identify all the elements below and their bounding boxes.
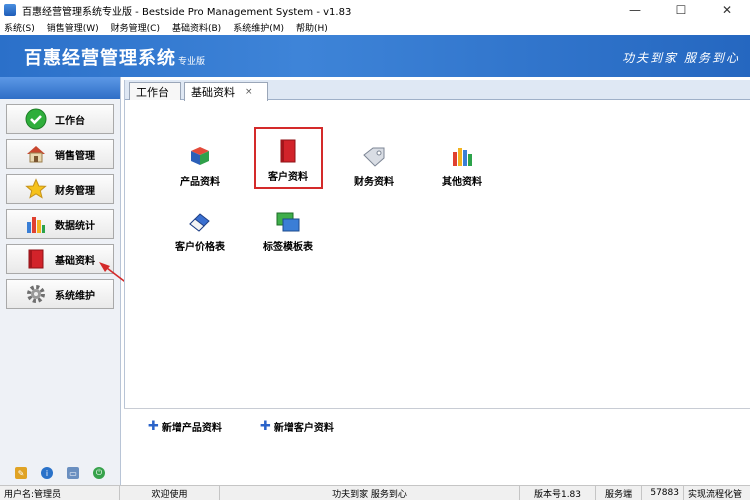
module-product-data[interactable]: 产品资料 (165, 143, 235, 188)
edit-icon[interactable]: ✎ (15, 467, 27, 479)
window-icon[interactable]: ▭ (67, 467, 79, 479)
palette-icon (448, 143, 476, 171)
sidebar-item-sales[interactable]: 销售管理 (6, 139, 114, 169)
sidebar-footer: ✎ i ▭ ⏻ (0, 461, 120, 485)
app-icon (4, 4, 16, 16)
menu-maintenance[interactable]: 系统维护(M) (233, 21, 284, 34)
tag-icon (360, 143, 388, 171)
tab-label: 工作台 (136, 85, 169, 99)
status-bar: 用户名:管理员 欢迎使用 功夫到家 服务到心 版本号1.83 服务端 57883… (0, 485, 750, 500)
sidebar-item-label: 销售管理 (55, 150, 95, 162)
tab-close-icon[interactable]: × (245, 87, 253, 97)
module-label-template[interactable]: 标签模板表 (253, 208, 323, 253)
tab-label: 基础资料 (191, 86, 235, 99)
sidebar-item-statistics[interactable]: 数据统计 (6, 209, 114, 239)
tab-workbench[interactable]: 工作台 (129, 82, 181, 100)
menu-sales[interactable]: 销售管理(W) (47, 21, 99, 34)
status-version: 版本号1.83 (520, 485, 596, 500)
eraser-icon (186, 208, 214, 236)
header-banner: 百惠经营管理系统 专业版 功夫到家 服务到心 (0, 35, 750, 77)
module-finance-data[interactable]: 财务资料 (339, 143, 409, 188)
star-icon (25, 178, 47, 200)
add-product-link[interactable]: ✚ 新增产品资料 (148, 419, 222, 434)
sidebar-item-workbench[interactable]: 工作台 (6, 104, 114, 134)
quick-link-label: 新增客户资料 (273, 423, 334, 434)
module-label: 财务资料 (354, 177, 394, 188)
house-icon (25, 143, 47, 165)
tab-basic-data[interactable]: 基础资料 × (184, 82, 268, 101)
windows-icon (274, 208, 302, 236)
quick-link-label: 新增产品资料 (161, 423, 222, 434)
status-user: 用户名:管理员 (0, 485, 120, 500)
status-flow: 实现流程化管 (688, 489, 743, 500)
module-label: 标签模板表 (263, 242, 313, 253)
minimize-button[interactable]: — (612, 0, 658, 20)
module-label: 产品资料 (180, 177, 220, 188)
plus-icon: ✚ (260, 419, 271, 434)
quick-actions-bar: ✚ 新增产品资料 ✚ 新增客户资料 (124, 408, 750, 485)
app-name: 百惠经营管理系统 (24, 48, 176, 69)
sidebar-item-label: 系统维护 (55, 290, 95, 302)
menu-system[interactable]: 系统(S) (4, 21, 35, 34)
tab-strip: 工作台 基础资料 × (125, 80, 750, 101)
app-edition: 专业版 (178, 57, 206, 67)
module-customer-price-list[interactable]: 客户价格表 (165, 208, 235, 253)
sidebar-item-label: 基础资料 (55, 255, 95, 267)
add-customer-link[interactable]: ✚ 新增客户资料 (260, 419, 334, 434)
selection-highlight (254, 127, 323, 189)
app-logo-title: 百惠经营管理系统 专业版 (24, 44, 205, 70)
maximize-button[interactable]: ☐ (658, 0, 704, 20)
menu-basic-data[interactable]: 基础资料(B) (172, 21, 221, 34)
sidebar-item-label: 工作台 (55, 115, 85, 127)
status-port: 57883 (642, 485, 684, 500)
power-icon[interactable]: ⏻ (93, 467, 105, 479)
banner-slogan: 功夫到家 服务到心 (622, 51, 740, 65)
sidebar-item-finance[interactable]: 财务管理 (6, 174, 114, 204)
status-welcome: 欢迎使用 (120, 485, 220, 500)
title-bar: 百惠经营管理系统专业版 - Bestside Pro Management Sy… (0, 0, 750, 20)
close-button[interactable]: ✕ (704, 0, 750, 20)
status-server: 服务端 (596, 485, 642, 500)
info-icon[interactable]: i (41, 467, 53, 479)
menu-finance[interactable]: 财务管理(C) (111, 21, 160, 34)
menu-help[interactable]: 帮助(H) (296, 21, 328, 34)
status-slogan: 功夫到家 服务到心 (220, 485, 520, 500)
check-circle-icon (25, 108, 47, 130)
sidebar-item-label: 财务管理 (55, 185, 95, 197)
module-label: 其他资料 (442, 177, 482, 188)
menu-bar: 系统(S) 销售管理(W) 财务管理(C) 基础资料(B) 系统维护(M) 帮助… (0, 20, 750, 35)
sidebar-item-label: 数据统计 (55, 220, 95, 232)
module-label: 客户价格表 (175, 242, 225, 253)
window-title: 百惠经营管理系统专业版 - Bestside Pro Management Sy… (22, 6, 352, 18)
module-other-data[interactable]: 其他资料 (427, 143, 497, 188)
gear-icon (25, 283, 47, 305)
cubes-icon (186, 143, 214, 171)
sidebar: 工作台 销售管理 财务管理 数据统计 基础资料 系统维护 ✎ i ▭ ⏻ (0, 77, 166, 485)
plus-icon: ✚ (148, 419, 159, 434)
sidebar-header (0, 77, 120, 99)
red-book-icon (25, 248, 47, 270)
bar-chart-icon (25, 213, 47, 235)
